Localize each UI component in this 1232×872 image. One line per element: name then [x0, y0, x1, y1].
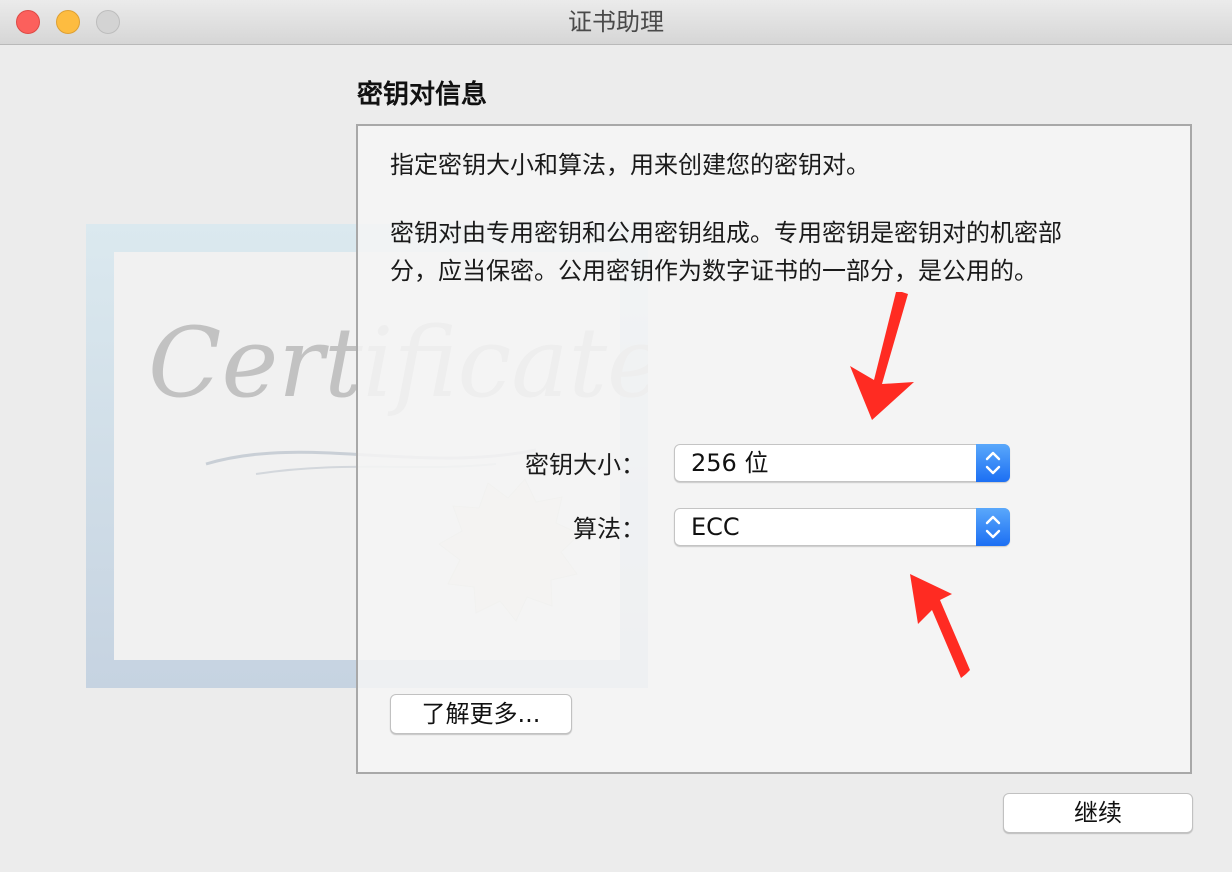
algorithm-value: ECC	[691, 513, 740, 541]
chevron-up-down-icon	[976, 508, 1010, 546]
key-size-label: 密钥大小：	[525, 451, 645, 479]
continue-button[interactable]: 继续	[1003, 793, 1193, 833]
section-title: 密钥对信息	[357, 80, 488, 110]
annotation-arrow-icon	[850, 292, 914, 420]
panel-description: 指定密钥大小和算法，用来创建您的密钥对。	[390, 151, 870, 179]
key-size-popup[interactable]: 256 位	[674, 444, 1010, 482]
algorithm-label: 算法：	[573, 515, 645, 543]
title-bar[interactable]: 证书助理	[0, 0, 1232, 45]
algorithm-popup[interactable]: ECC	[674, 508, 1010, 546]
window-title: 证书助理	[568, 8, 664, 36]
chevron-up-down-icon	[976, 444, 1010, 482]
certificate-assistant-window: 证书助理 Certificate 密钥对信息 指定密钥大小和算法，用来创建您的密…	[0, 0, 1232, 872]
annotation-arrow-icon	[910, 574, 970, 678]
key-size-value: 256 位	[691, 449, 769, 477]
key-pair-explanation: 密钥对由专用密钥和公用密钥组成。专用密钥是密钥对的机密部 分，应当保密。公用密钥…	[390, 214, 1062, 290]
explanation-line-2: 分，应当保密。公用密钥作为数字证书的一部分，是公用的。	[390, 257, 1038, 285]
learn-more-button[interactable]: 了解更多...	[390, 694, 572, 734]
explanation-line-1: 密钥对由专用密钥和公用密钥组成。专用密钥是密钥对的机密部	[390, 219, 1062, 247]
key-pair-info-panel: 指定密钥大小和算法，用来创建您的密钥对。 密钥对由专用密钥和公用密钥组成。专用密…	[356, 124, 1192, 774]
